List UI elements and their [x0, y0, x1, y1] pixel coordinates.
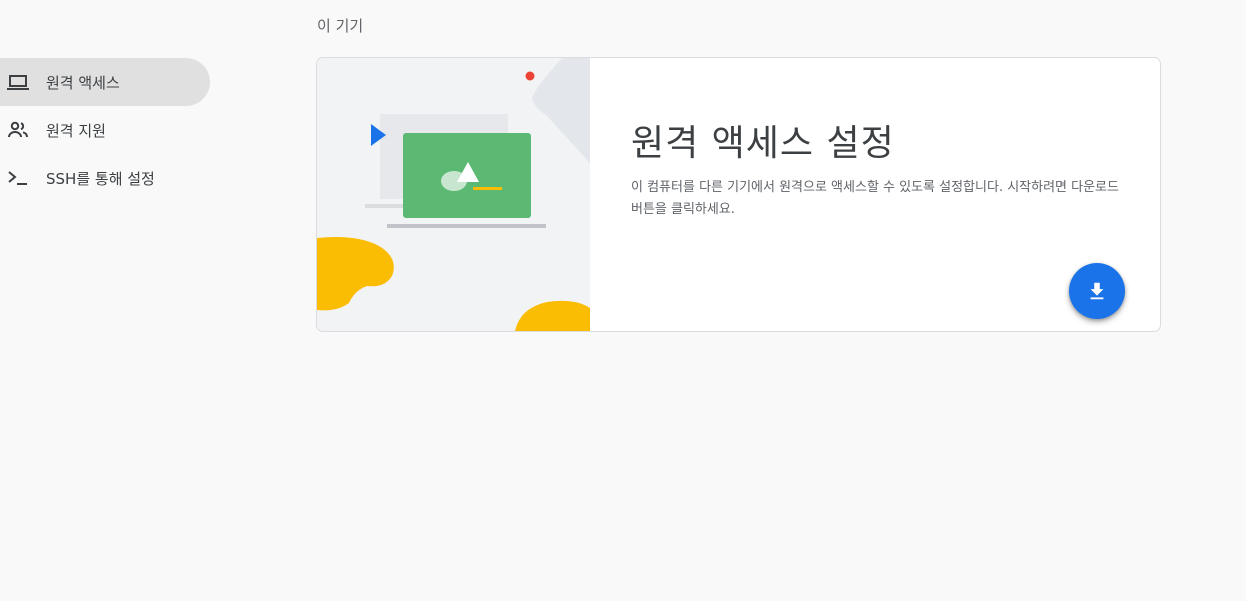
sidebar-item-label: 원격 지원 — [46, 121, 106, 140]
people-icon — [6, 118, 30, 142]
terminal-icon — [6, 166, 30, 190]
sidebar-item-remote-access[interactable]: 원격 액세스 — [0, 58, 210, 106]
card-title: 원격 액세스 설정 — [631, 123, 895, 164]
sidebar: 원격 액세스 원격 지원 SSH를 통해 설정 — [0, 58, 210, 202]
download-button[interactable] — [1069, 263, 1125, 319]
sidebar-item-remote-support[interactable]: 원격 지원 — [0, 106, 210, 154]
setup-illustration — [317, 58, 590, 331]
sidebar-item-ssh-setup[interactable]: SSH를 통해 설정 — [0, 154, 210, 202]
remote-access-setup-card: 원격 액세스 설정 이 컴퓨터를 다른 기기에서 원격으로 액세스할 수 있도록… — [316, 57, 1161, 332]
section-title: 이 기기 — [317, 17, 364, 35]
card-description: 이 컴퓨터를 다른 기기에서 원격으로 액세스할 수 있도록 설정합니다. 시작… — [631, 180, 1119, 217]
laptop-icon — [6, 70, 30, 94]
sidebar-item-label: SSH를 통해 설정 — [46, 169, 155, 188]
download-icon — [1086, 280, 1108, 302]
sidebar-item-label: 원격 액세스 — [46, 73, 120, 92]
